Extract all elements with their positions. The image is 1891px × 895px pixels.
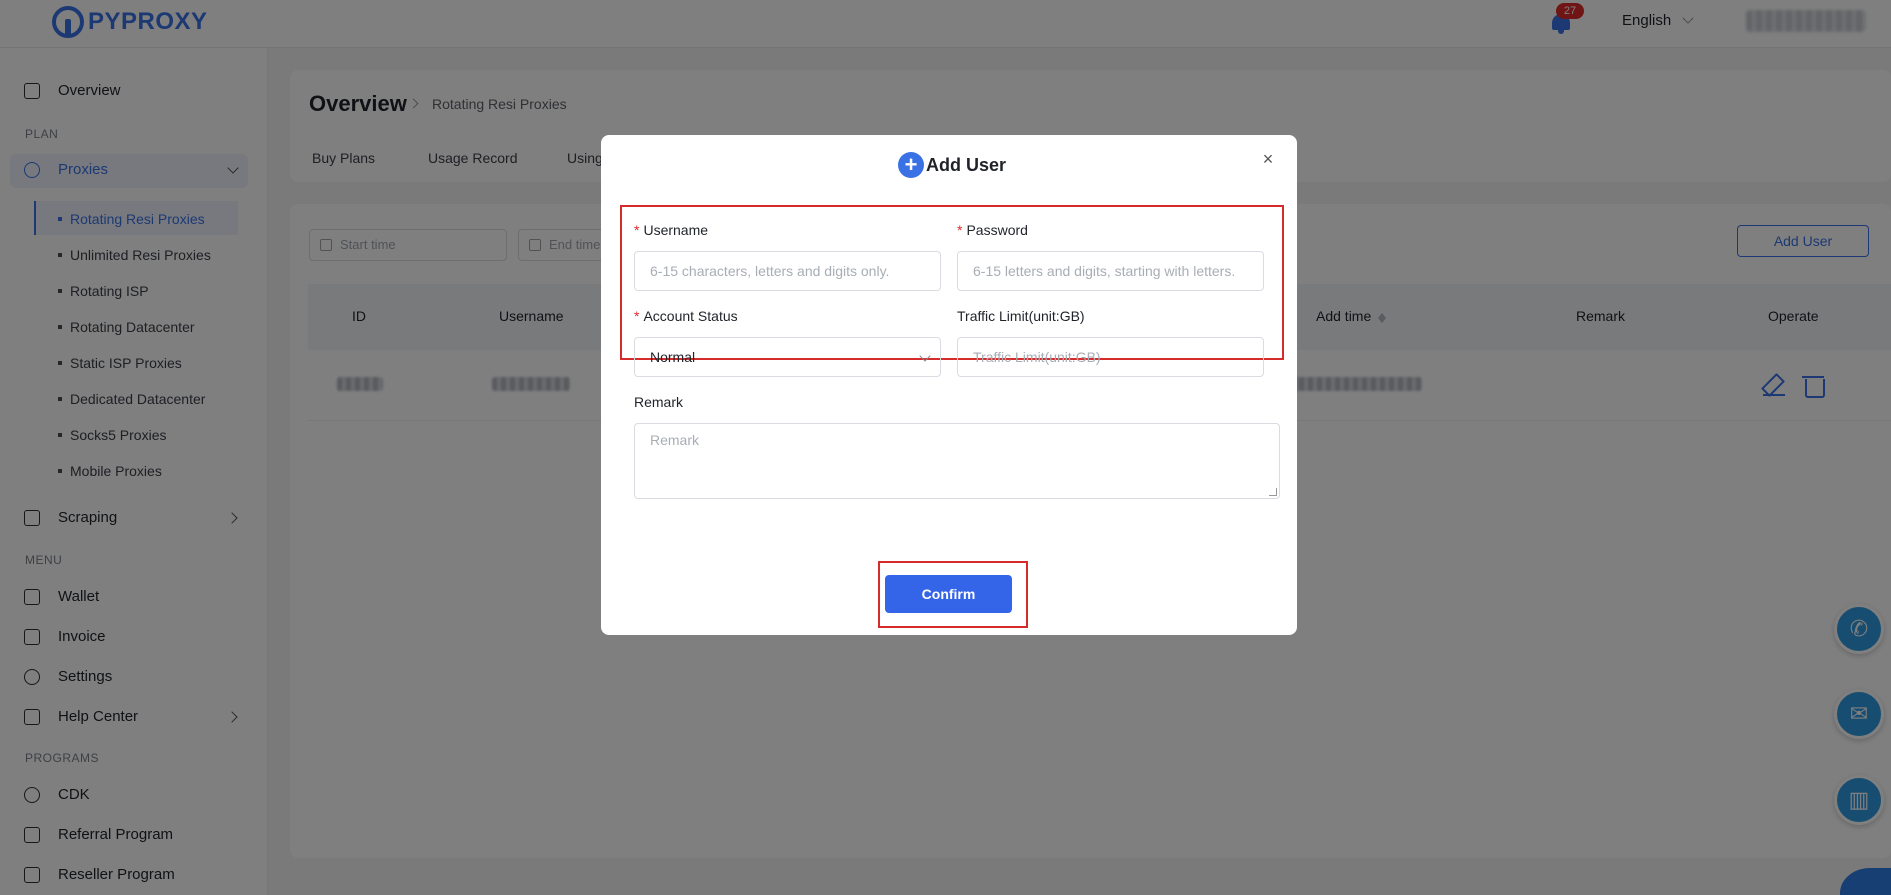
password-label-text: Password bbox=[966, 222, 1028, 238]
plus-icon: + bbox=[898, 152, 924, 178]
traffic-limit-label: Traffic Limit(unit:GB) bbox=[957, 308, 1085, 324]
username-placeholder: 6-15 characters, letters and digits only… bbox=[650, 263, 890, 279]
add-user-modal: + Add User × * Username 6-15 characters, … bbox=[601, 135, 1297, 635]
chevron-down-icon bbox=[919, 350, 931, 362]
password-label: * Password bbox=[957, 222, 1028, 238]
username-label: * Username bbox=[634, 222, 708, 238]
remark-label: Remark bbox=[634, 394, 684, 410]
username-label-text: Username bbox=[643, 222, 709, 238]
traffic-limit-input[interactable]: Traffic Limit(unit:GB) bbox=[957, 337, 1264, 377]
required-mark: * bbox=[634, 308, 640, 324]
required-mark: * bbox=[957, 222, 963, 238]
modal-header: + Add User bbox=[898, 152, 1006, 178]
account-status-label-text: Account Status bbox=[643, 308, 738, 324]
account-status-label: * Account Status bbox=[634, 308, 738, 324]
password-input[interactable]: 6-15 letters and digits, starting with l… bbox=[957, 251, 1264, 291]
username-input[interactable]: 6-15 characters, letters and digits only… bbox=[634, 251, 941, 291]
password-placeholder: 6-15 letters and digits, starting with l… bbox=[973, 263, 1236, 279]
close-icon[interactable]: × bbox=[1261, 150, 1275, 168]
required-mark: * bbox=[634, 222, 640, 238]
modal-title: Add User bbox=[926, 154, 1007, 175]
remark-placeholder: Remark bbox=[650, 432, 700, 448]
account-status-select[interactable]: Normal bbox=[634, 337, 941, 377]
resize-handle-icon[interactable] bbox=[1269, 488, 1277, 496]
traffic-limit-placeholder: Traffic Limit(unit:GB) bbox=[973, 349, 1101, 365]
account-status-value: Normal bbox=[650, 349, 696, 365]
confirm-button[interactable]: Confirm bbox=[885, 575, 1012, 613]
remark-textarea[interactable]: Remark bbox=[634, 423, 1280, 499]
